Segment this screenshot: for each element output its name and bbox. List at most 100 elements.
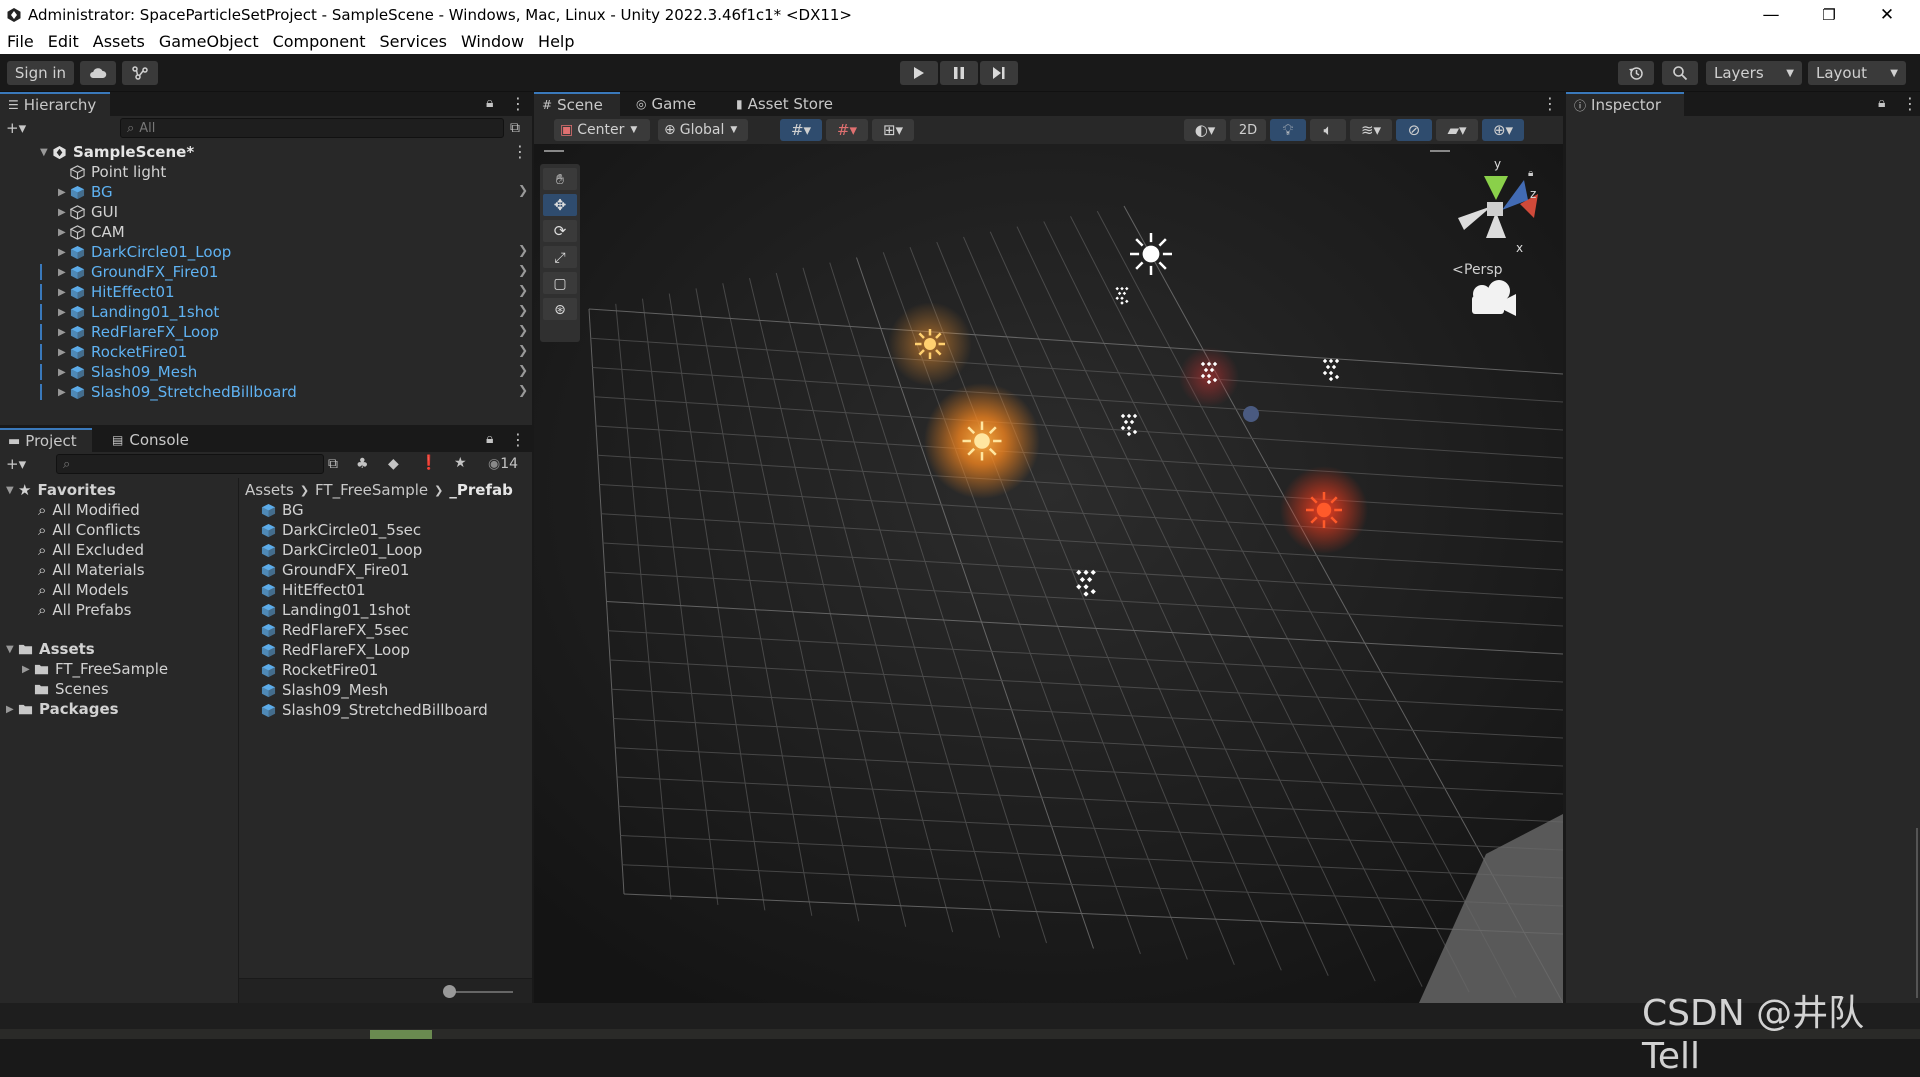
hierarchy-item[interactable]: ▶ GroundFX_Fire01 — [58, 262, 218, 282]
layers-dropdown[interactable]: Layers ▼ — [1706, 61, 1802, 85]
tab-inspector[interactable]: ⓘ Inspector — [1566, 92, 1684, 116]
assets-row[interactable]: ▼ Assets — [6, 639, 95, 659]
visibility-toggle[interactable]: ⊘ — [1396, 119, 1432, 141]
open-prefab-icon[interactable]: ❯ — [518, 183, 528, 197]
scene-canvas[interactable]: ✋︎ ✥ ⟳ ⤢ ▢ ⊛ y z x 🔒︎ Persp < — [534, 144, 1563, 1003]
scene-more-icon[interactable]: ⋮ — [512, 142, 528, 161]
open-prefab-icon[interactable]: ❯ — [518, 343, 528, 357]
increment-snap-button[interactable]: ⊞▾ — [872, 119, 914, 141]
space-dropdown[interactable]: ⊕ Global ▼ — [658, 119, 748, 141]
close-button[interactable]: ✕ — [1858, 0, 1916, 29]
camera-settings-button[interactable]: ▰▾ — [1436, 119, 1478, 141]
search-by-type-icon[interactable]: ⧉ — [328, 456, 338, 472]
zoom-slider-handle[interactable] — [443, 985, 456, 998]
open-prefab-icon[interactable]: ❯ — [518, 263, 528, 277]
light-gizmo-icon[interactable] — [1306, 492, 1342, 528]
light-gizmo-icon[interactable] — [962, 421, 1002, 461]
asset-file[interactable]: DarkCircle01_5sec — [261, 520, 421, 540]
restore-button[interactable]: ❐ — [1800, 0, 1858, 29]
folder-scenes[interactable]: Scenes — [34, 679, 109, 699]
sign-in-button[interactable]: Sign in — [7, 61, 74, 85]
lock-icon[interactable]: 🔒︎ — [1878, 95, 1885, 111]
menu-edit[interactable]: Edit — [41, 32, 86, 51]
tab-scene[interactable]: # Scene — [534, 92, 620, 116]
more-options-icon[interactable]: ⋮ — [510, 94, 526, 113]
search-button[interactable] — [1662, 61, 1698, 85]
favorite-item[interactable]: ⌕ All Excluded — [38, 540, 144, 560]
open-prefab-icon[interactable]: ❯ — [518, 303, 528, 317]
scene-root-row[interactable]: ▼ SampleScene* — [40, 142, 194, 162]
open-prefab-icon[interactable]: ❯ — [518, 383, 528, 397]
tab-project[interactable]: ▬ Project — [0, 428, 92, 452]
hierarchy-item[interactable]: Point light — [58, 162, 166, 182]
menu-window[interactable]: Window — [454, 32, 531, 51]
hierarchy-item[interactable]: ▶ CAM — [58, 222, 125, 242]
scene-visibility-icon[interactable]: ⧉ — [510, 120, 520, 136]
more-options-icon[interactable]: ⋮ — [1902, 94, 1918, 113]
scene-viewport[interactable]: ✋︎ ✥ ⟳ ⤢ ▢ ⊛ y z x 🔒︎ Persp < — [534, 144, 1563, 1003]
hierarchy-search-input[interactable]: ⌕ All — [120, 118, 504, 138]
favorite-star-icon[interactable]: ★ — [454, 455, 467, 471]
more-options-icon[interactable]: ⋮ — [1542, 94, 1558, 113]
grid-snap-button[interactable]: #▾ — [780, 119, 822, 141]
folder-ft-freesample[interactable]: ▶ FT_FreeSample — [22, 659, 168, 679]
favorite-item[interactable]: ⌕ All Prefabs — [38, 600, 131, 620]
open-prefab-icon[interactable]: ❯ — [518, 243, 528, 257]
hierarchy-item[interactable]: ▶ Slash09_Mesh — [58, 362, 197, 382]
audio-toggle[interactable]: 🔈︎ — [1310, 119, 1346, 141]
asset-file[interactable]: RedFlareFX_5sec — [261, 620, 409, 640]
open-prefab-icon[interactable]: ❯ — [518, 283, 528, 297]
hierarchy-item[interactable]: ▶ RedFlareFX_Loop — [58, 322, 219, 342]
open-prefab-icon[interactable]: ❯ — [518, 363, 528, 377]
tab-console[interactable]: ▤ Console — [104, 428, 204, 452]
label-icon[interactable]: ◆ — [388, 456, 399, 472]
pivot-dropdown[interactable]: ▣ Center ▼ — [554, 119, 650, 141]
favorite-item[interactable]: ⌕ All Materials — [38, 560, 145, 580]
persp-label[interactable]: Persp — [1464, 262, 1503, 278]
hierarchy-item[interactable]: ▶ HitEffect01 — [58, 282, 175, 302]
hierarchy-item[interactable]: ▶ BG — [58, 182, 113, 202]
effects-button[interactable]: ≋▾ — [1350, 119, 1392, 141]
asset-file[interactable]: RocketFire01 — [261, 660, 378, 680]
step-button[interactable] — [980, 61, 1018, 85]
packages-row[interactable]: ▶ Packages — [6, 699, 119, 719]
pause-button[interactable] — [940, 61, 978, 85]
layout-dropdown[interactable]: Layout ▼ — [1808, 61, 1906, 85]
create-button[interactable]: +▾ — [6, 119, 26, 137]
favorite-item[interactable]: ⌕ All Models — [38, 580, 129, 600]
asset-file[interactable]: Slash09_StretchedBillboard — [261, 700, 488, 720]
inspector-scrollbar[interactable] — [1916, 828, 1918, 998]
info-icon[interactable]: ❗ — [420, 455, 437, 471]
lock-icon[interactable]: 🔒︎ — [1528, 168, 1533, 179]
asset-file[interactable]: Slash09_Mesh — [261, 680, 388, 700]
draw-mode-button[interactable]: ◐▾ — [1184, 119, 1226, 141]
asset-file[interactable]: RedFlareFX_Loop — [261, 640, 410, 660]
grid-button[interactable]: #▾ — [826, 119, 868, 141]
2d-toggle[interactable]: 2D — [1230, 119, 1266, 141]
menu-assets[interactable]: Assets — [86, 32, 152, 51]
asset-file[interactable]: HitEffect01 — [261, 580, 366, 600]
favorite-item[interactable]: ⌕ All Modified — [38, 500, 140, 520]
hierarchy-item[interactable]: ▶ GUI — [58, 202, 118, 222]
menu-services[interactable]: Services — [372, 32, 453, 51]
create-asset-button[interactable]: +▾ — [6, 455, 26, 473]
menu-gameobject[interactable]: GameObject — [152, 32, 266, 51]
favorite-item[interactable]: ⌕ All Conflicts — [38, 520, 141, 540]
collab-button[interactable] — [122, 61, 158, 85]
taskbar-item[interactable] — [370, 1030, 432, 1039]
gizmos-button[interactable]: ⊕▾ — [1482, 119, 1524, 141]
more-options-icon[interactable]: ⋮ — [510, 430, 526, 449]
lock-icon[interactable]: 🔒︎ — [486, 431, 493, 447]
lock-icon[interactable]: 🔒︎ — [486, 95, 493, 111]
hidden-count[interactable]: ◉14 — [488, 456, 518, 472]
hierarchy-item[interactable]: ▶ RocketFire01 — [58, 342, 187, 362]
lighting-toggle[interactable]: 💡︎ — [1270, 119, 1306, 141]
filter-icon[interactable]: ♣ — [356, 456, 369, 472]
play-button[interactable] — [900, 61, 938, 85]
hierarchy-item[interactable]: ▶ Slash09_StretchedBillboard — [58, 382, 297, 402]
breadcrumb-assets[interactable]: Assets — [245, 481, 294, 499]
project-search-input[interactable]: ⌕ — [56, 454, 324, 474]
menu-help[interactable]: Help — [531, 32, 581, 51]
open-prefab-icon[interactable]: ❯ — [518, 323, 528, 337]
tab-asset-store[interactable]: ▮ Asset Store — [728, 92, 848, 116]
